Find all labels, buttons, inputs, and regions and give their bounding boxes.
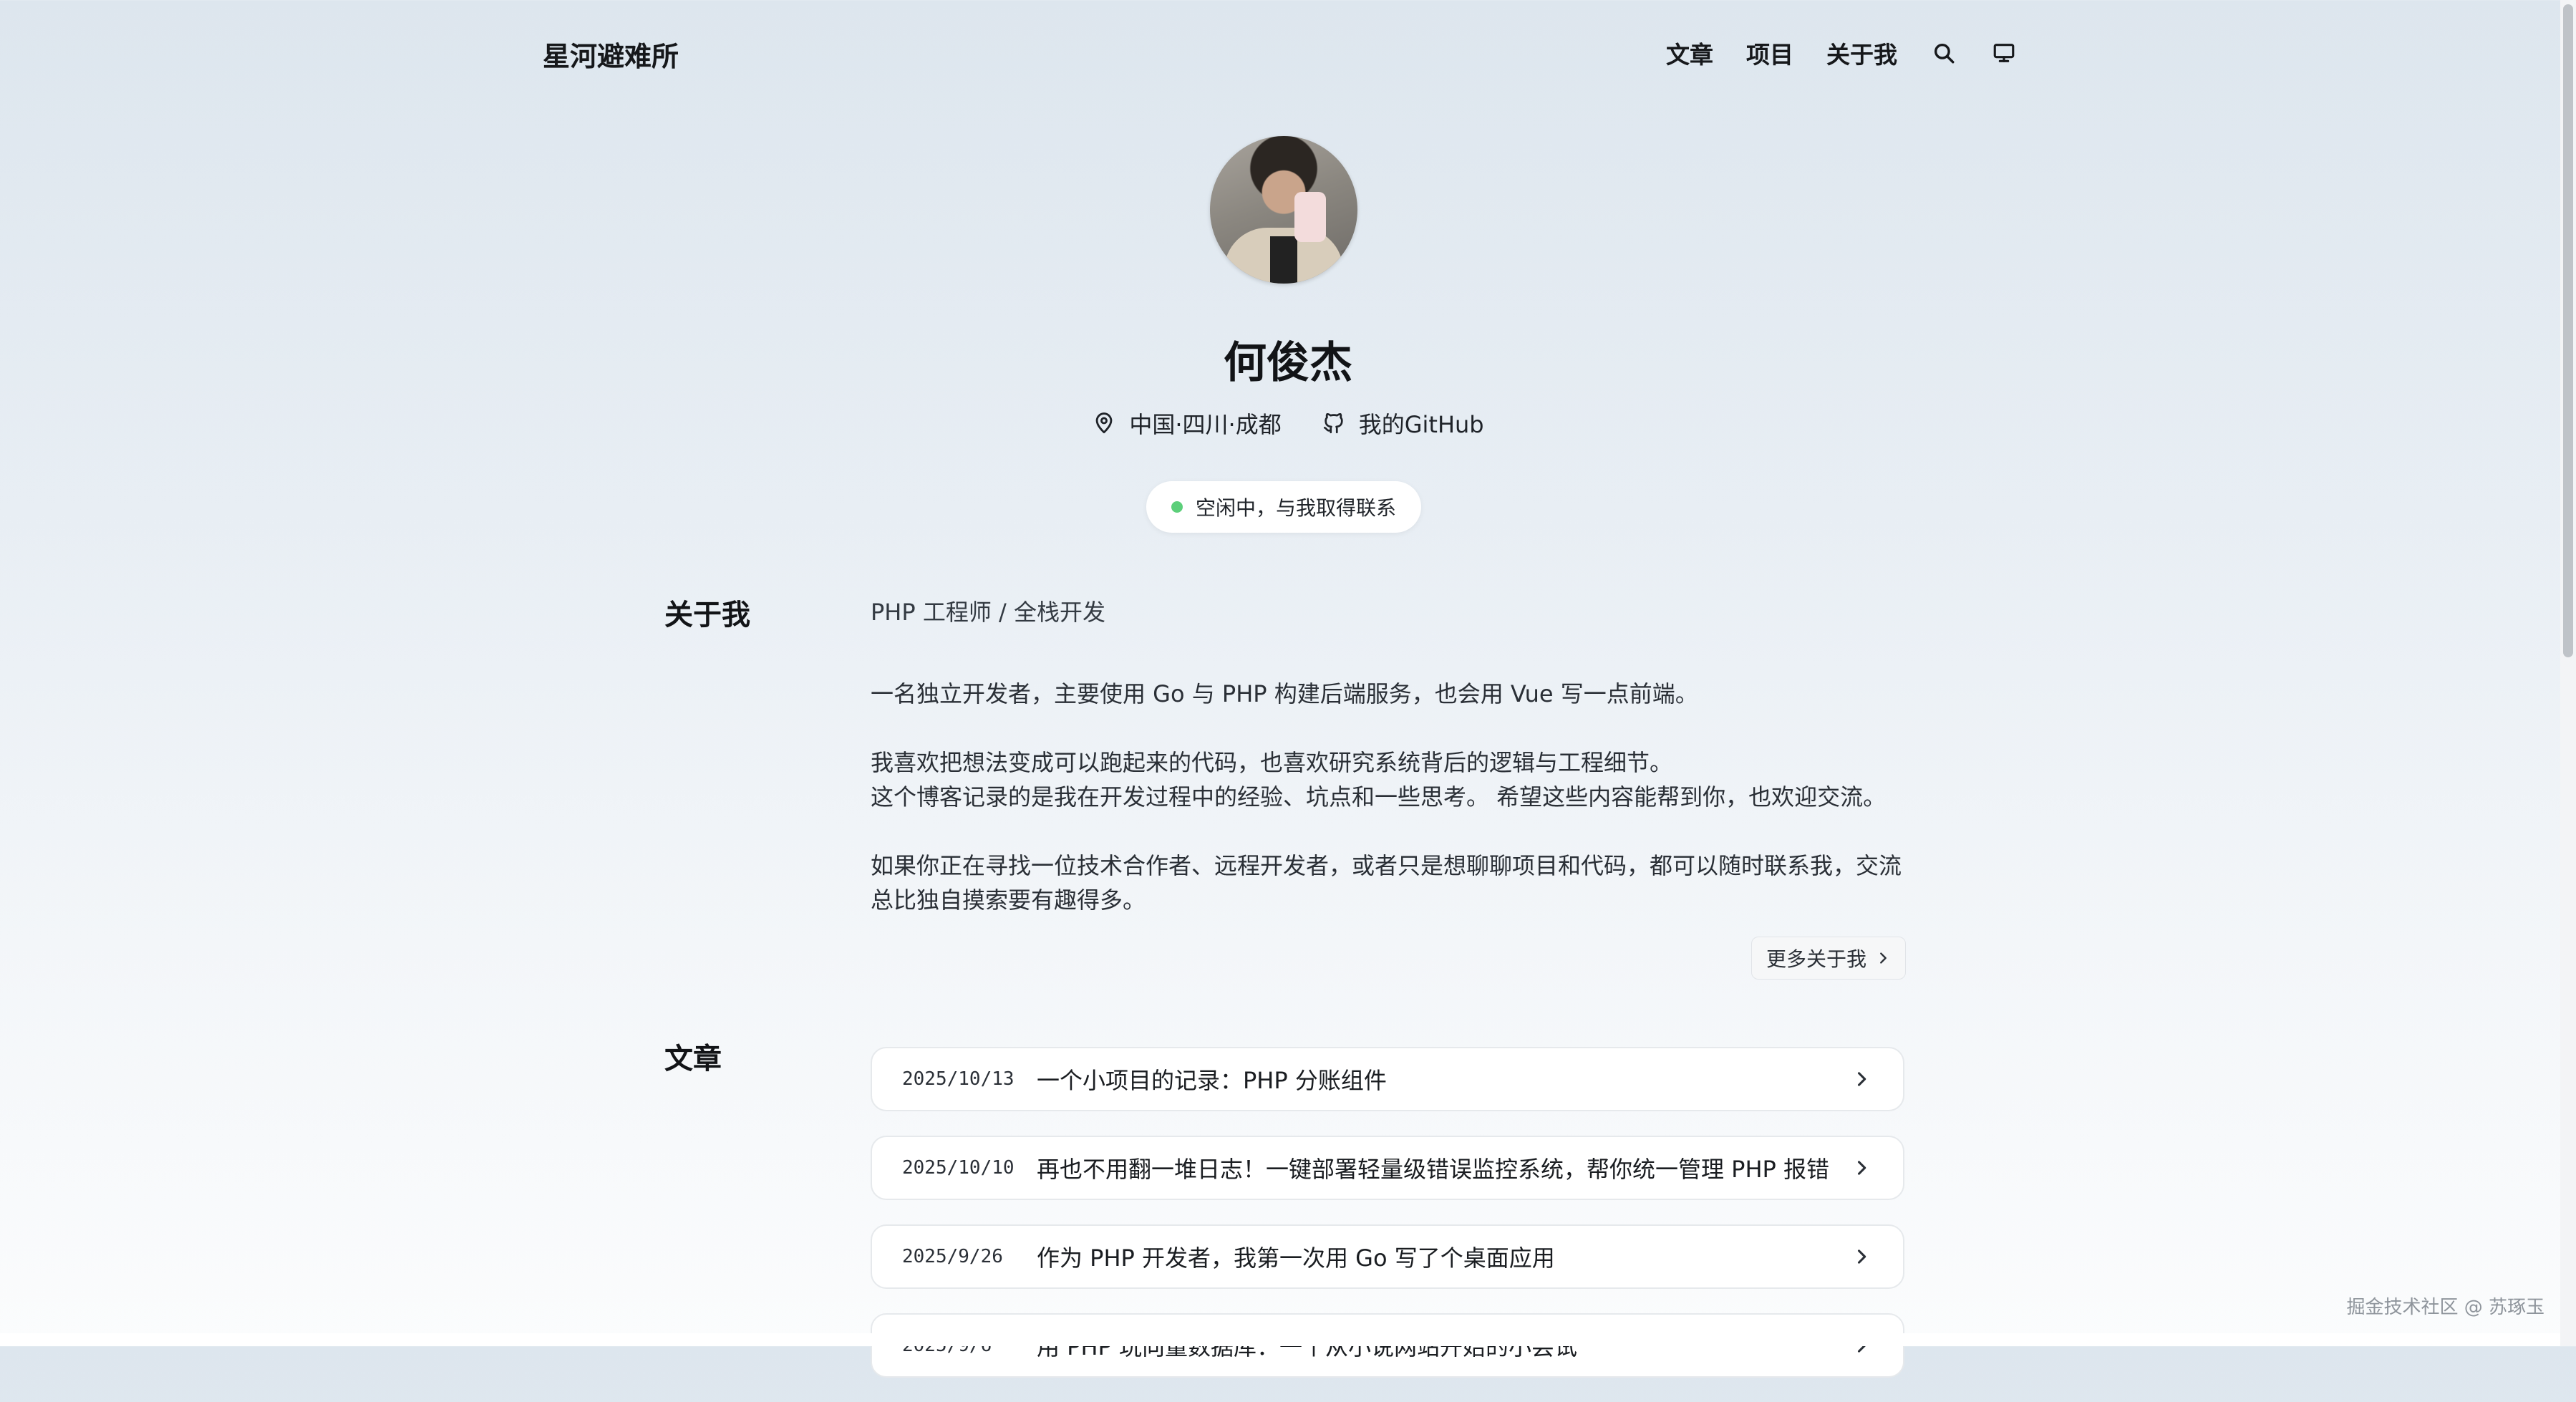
map-pin-icon — [1096, 412, 1113, 434]
github-icon — [1323, 413, 1343, 434]
search-button[interactable] — [1930, 39, 1957, 67]
about-heading: 关于我 — [664, 599, 750, 632]
theme-toggle-button[interactable] — [1990, 39, 2018, 67]
github-label: 我的GitHub — [1358, 411, 1484, 438]
viewport-bottom-edge — [0, 1333, 2560, 1346]
article-list: 2025/10/13 一个小项目的记录：PHP 分账组件 2025/10/10 … — [871, 1047, 1904, 1402]
article-date: 2025/10/10 — [902, 1157, 1015, 1179]
scrollbar-thumb[interactable] — [2563, 4, 2573, 657]
chevron-right-icon — [1857, 1072, 1866, 1086]
more-about-button[interactable]: 更多关于我 — [1751, 937, 1906, 980]
scrollbar[interactable] — [2560, 0, 2576, 1346]
search-icon — [1934, 43, 1955, 64]
chevron-right-icon — [1857, 1249, 1866, 1264]
about-body: 一名独立开发者，主要使用 Go 与 PHP 构建后端服务，也会用 Vue 写一点… — [871, 677, 1909, 917]
github-link[interactable]: 我的GitHub — [1322, 407, 1484, 440]
top-nav: 文章 项目 关于我 — [1666, 36, 2018, 70]
monitor-icon — [1993, 44, 2015, 62]
status-badge[interactable]: 空闲中，与我取得联系 — [1146, 481, 1421, 533]
article-item[interactable]: 2025/10/13 一个小项目的记录：PHP 分账组件 — [871, 1047, 1904, 1111]
page: 星河避难所 文章 项目 关于我 何俊杰 中国·四川·成都 我的GitHub 空闲… — [0, 0, 2576, 1378]
profile-meta: 中国·四川·成都 我的GitHub — [0, 407, 2576, 440]
status-dot — [1171, 501, 1183, 513]
about-paragraph: 我喜欢把想法变成可以跑起来的代码，也喜欢研究系统背后的逻辑与工程细节。 — [871, 749, 1673, 776]
about-paragraph: 这个博客记录的是我在开发过程中的经验、坑点和一些思考。 希望这些内容能帮到你，也… — [871, 783, 1887, 811]
avatar-phone-shape — [1294, 192, 1326, 242]
nav-articles[interactable]: 文章 — [1666, 36, 1713, 70]
location-label: 中国·四川·成都 — [1129, 411, 1282, 438]
nav-projects[interactable]: 项目 — [1746, 36, 1793, 70]
about-subtitle: PHP 工程师 / 全栈开发 — [871, 599, 1105, 626]
article-title: 一个小项目的记录：PHP 分账组件 — [1037, 1067, 1387, 1094]
articles-heading: 文章 — [664, 1043, 722, 1075]
chevron-right-icon — [1880, 952, 1887, 964]
nav-about[interactable]: 关于我 — [1826, 36, 1897, 70]
watermark: 掘金技术社区 @ 苏琢玉 — [2346, 1297, 2544, 1318]
article-item[interactable]: 2025/10/10 再也不用翻一堆日志！一键部署轻量级错误监控系统，帮你统一管… — [871, 1136, 1904, 1200]
about-paragraph: 一名独立开发者，主要使用 Go 与 PHP 构建后端服务，也会用 Vue 写一点… — [871, 680, 1698, 707]
article-title: 再也不用翻一堆日志！一键部署轻量级错误监控系统，帮你统一管理 PHP 报错 — [1037, 1156, 1830, 1183]
avatar — [1210, 136, 1357, 284]
avatar-shirt-shape — [1270, 236, 1297, 284]
chevron-right-icon — [1857, 1161, 1866, 1175]
location: 中国·四川·成都 — [1092, 407, 1282, 440]
article-item[interactable]: 2025/9/26 作为 PHP 开发者，我第一次用 Go 写了个桌面应用 — [871, 1224, 1904, 1289]
site-title[interactable]: 星河避难所 — [543, 34, 679, 74]
article-title: 作为 PHP 开发者，我第一次用 Go 写了个桌面应用 — [1037, 1244, 1555, 1272]
about-paragraph: 如果你正在寻找一位技术合作者、远程开发者，或者只是想聊聊项目和代码，都可以随时联… — [871, 852, 1902, 914]
article-date: 2025/10/13 — [902, 1068, 1015, 1090]
status-label: 空闲中，与我取得联系 — [1195, 496, 1396, 520]
article-date: 2025/9/26 — [902, 1246, 1003, 1267]
more-about-label: 更多关于我 — [1766, 947, 1866, 971]
profile-name: 何俊杰 — [1224, 338, 1352, 388]
